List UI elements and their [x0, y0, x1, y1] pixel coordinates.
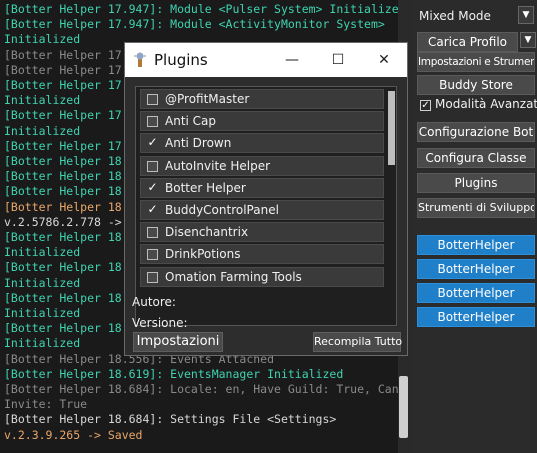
log-line: [Botter Helper 17.	[4, 47, 129, 62]
log-line: Invite: True	[4, 397, 88, 412]
close-button[interactable]: ✕	[361, 43, 407, 77]
advanced-mode-label: Modalità Avanzata	[435, 97, 537, 111]
config-class-button[interactable]: Configura Classe	[417, 148, 535, 168]
log-line: [Botter Helper 18.	[4, 199, 129, 214]
dev-tools-button[interactable]: Strumenti di Sviluppo	[417, 198, 535, 218]
botterhelper-button-2[interactable]: BotterHelper	[417, 259, 535, 279]
plugin-checkbox[interactable]	[147, 271, 158, 283]
log-line: [Botter Helper 17.	[4, 62, 129, 77]
plugin-list: @ProfitMaster Anti Cap ✓ Anti Drown AutoInvi…	[135, 86, 397, 326]
plugin-name: BuddyControlPanel	[165, 203, 279, 217]
maximize-button[interactable]: ☐	[315, 43, 361, 77]
side-panel: Mixed Mode ▼ Carica Profilo ▼ Impostazio…	[413, 0, 537, 453]
config-bot-button[interactable]: Configurazione Bot	[417, 122, 535, 142]
plugin-item[interactable]: Omation Farming Tools	[140, 266, 384, 287]
plugin-item[interactable]: ✓ Anti Drown	[140, 133, 384, 154]
version-label: Versione:	[132, 316, 188, 330]
plugin-item[interactable]: DrinkPotions	[140, 244, 384, 265]
recompile-all-button[interactable]: Recompila Tutto	[313, 332, 402, 352]
plugin-checkbox[interactable]: ✓	[147, 203, 158, 216]
settings-tools-button[interactable]: Impostazioni e Strumenti	[417, 52, 535, 72]
plugin-checkbox[interactable]	[147, 249, 158, 261]
buddy-store-button[interactable]: Buddy Store	[417, 75, 535, 95]
plugin-checkbox[interactable]	[147, 160, 158, 172]
plugin-name: Anti Cap	[165, 114, 217, 129]
log-line: Initialized	[4, 32, 81, 47]
plugin-item[interactable]: @ProfitMaster	[140, 89, 384, 109]
plugin-name: Anti Drown	[165, 136, 232, 151]
log-line: Initialized	[4, 123, 81, 138]
log-line: [Botter Helper 18.684]: Settings File <S…	[4, 412, 337, 427]
load-profile-button[interactable]: Carica Profilo	[417, 32, 518, 52]
profile-dropdown-arrow[interactable]: ▼	[520, 32, 536, 48]
plugins-dialog: Plugins — ☐ ✕ @ProfitMaster Anti Cap ✓ Anti…	[124, 42, 408, 356]
log-line: [Botter Helper 18.	[4, 321, 129, 336]
log-line: [Botter Helper 17.	[4, 78, 129, 92]
botterhelper-button-3[interactable]: BotterHelper	[417, 283, 535, 303]
plugin-checkbox[interactable]	[147, 116, 158, 128]
mode-dropdown-arrow[interactable]: ▼	[518, 6, 534, 24]
log-line: Initialized	[4, 245, 81, 260]
plugin-checkbox[interactable]: ✓	[147, 136, 158, 149]
plugin-item[interactable]: ✓ Botter Helper	[140, 177, 384, 198]
plugin-checkbox[interactable]: ✓	[147, 181, 158, 194]
plugin-item[interactable]: AutoInvite Helper	[140, 155, 384, 176]
botterhelper-button-4[interactable]: BotterHelper	[417, 307, 535, 327]
log-scrollbar-thumb[interactable]	[399, 376, 408, 438]
log-line: Initialized	[4, 275, 81, 290]
botterhelper-button-1[interactable]: BotterHelper	[417, 235, 535, 255]
log-line: [Botter Helper 18.	[4, 169, 129, 184]
plugin-name: Disenchantrix	[165, 225, 249, 240]
log-line: [Botter Helper 18.	[4, 154, 129, 168]
plugin-checkbox[interactable]	[147, 227, 158, 239]
plugin-checkbox[interactable]	[147, 94, 158, 105]
settings-button[interactable]: Impostazioni	[133, 332, 223, 352]
author-label: Autore:	[132, 295, 176, 309]
log-line: [Botter Helper 18.684]: Locale: en, Have…	[4, 382, 398, 396]
log-line: [Botter Helper 18.	[4, 230, 129, 244]
plugin-item[interactable]: ✓ BuddyControlPanel	[140, 200, 384, 220]
log-line: [Botter Helper 18.	[4, 260, 129, 275]
log-line: [Botter Helper 17.947]: Module <Pulser S…	[4, 2, 398, 16]
plugins-button[interactable]: Plugins	[417, 173, 535, 193]
plugin-name: Botter Helper	[165, 180, 246, 195]
log-line: [Botter Helper 17.	[4, 138, 129, 153]
dialog-titlebar[interactable]: Plugins — ☐ ✕	[125, 43, 407, 77]
plugin-name: DrinkPotions	[165, 247, 241, 262]
log-line: Initialized	[4, 93, 81, 108]
log-line: v.2.5786.2.778 ->	[4, 214, 122, 229]
plugin-list-scrollbar-thumb[interactable]	[388, 91, 395, 165]
plugin-item[interactable]: Anti Cap	[140, 111, 384, 132]
log-line: [Botter Helper 17.	[4, 108, 129, 123]
plugin-name: Omation Farming Tools	[165, 269, 302, 284]
advanced-mode-checkbox[interactable]: ✓	[420, 100, 431, 111]
mode-label: Mixed Mode	[419, 9, 491, 23]
log-line: Initialized	[4, 306, 81, 320]
plugin-app-icon	[134, 52, 146, 67]
log-line: v.2.3.9.265 -> Saved	[4, 427, 143, 442]
log-line: [Botter Helper 18.	[4, 290, 129, 305]
log-line: [Botter Helper 17.947]: Module <Activity…	[4, 17, 385, 32]
log-line: [Botter Helper 18.	[4, 184, 129, 199]
plugin-item[interactable]: Disenchantrix	[140, 222, 384, 243]
plugin-name: @ProfitMaster	[165, 92, 250, 106]
log-line: [Botter Helper 18.619]: EventsManager In…	[4, 366, 344, 381]
log-line: Initialized	[4, 336, 81, 351]
dialog-title: Plugins	[154, 51, 208, 69]
minimize-button[interactable]: —	[269, 43, 315, 77]
plugin-name: AutoInvite Helper	[165, 158, 271, 173]
